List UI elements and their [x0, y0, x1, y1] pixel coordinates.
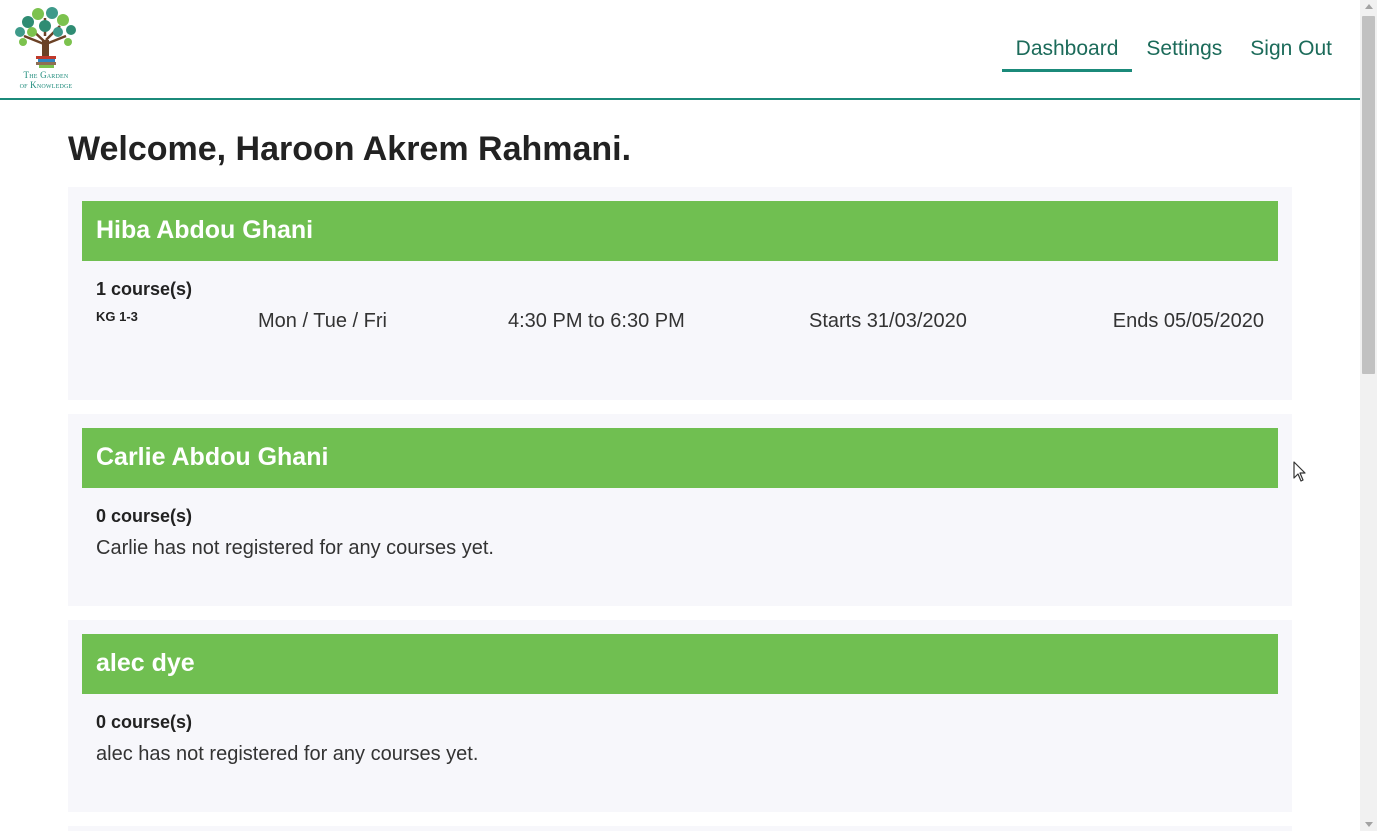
no-courses-message: alec has not registered for any courses …	[96, 743, 479, 765]
logo-text-line-1: The Garden	[23, 70, 69, 80]
site-logo[interactable]: The Garden of Knowledge	[8, 6, 84, 92]
student-card-header: Carlie Abdou Ghani	[82, 428, 1278, 488]
student-card: Hiba Abdou Ghani 1 course(s) KG 1-3 Mon …	[68, 187, 1292, 400]
student-card: Carlie Abdou Ghani 0 course(s) Carlie ha…	[68, 414, 1292, 606]
nav-dashboard[interactable]: Dashboard	[1001, 34, 1133, 72]
top-header: The Garden of Knowledge Dashboard Settin…	[0, 0, 1360, 100]
student-name: alec dye	[96, 649, 195, 677]
main-nav: Dashboard Settings Sign Out	[1001, 34, 1346, 72]
course-count: 1 course(s)	[96, 279, 193, 299]
scroll-up-arrow-icon[interactable]	[1365, 4, 1373, 9]
student-card	[68, 826, 1292, 831]
no-courses-message: Carlie has not registered for any course…	[96, 537, 494, 559]
vertical-scrollbar[interactable]	[1360, 0, 1377, 831]
tree-logo-icon	[15, 7, 76, 68]
scroll-down-arrow-icon[interactable]	[1365, 822, 1373, 827]
logo-text-line-2: of Knowledge	[19, 80, 73, 90]
student-name: Carlie Abdou Ghani	[96, 443, 329, 471]
welcome-heading: Welcome, Haroon Akrem Rahmani.	[68, 130, 632, 168]
student-card-header: alec dye	[82, 634, 1278, 694]
course-days: Mon / Tue / Fri	[258, 310, 387, 332]
student-card: alec dye 0 course(s) alec has not regist…	[68, 620, 1292, 812]
course-count: 0 course(s)	[96, 506, 193, 526]
course-code: KG 1-3	[96, 309, 138, 324]
course-start-date: Starts 31/03/2020	[809, 310, 967, 332]
nav-settings[interactable]: Settings	[1132, 34, 1236, 72]
scrollbar-thumb[interactable]	[1362, 16, 1375, 374]
page: The Garden of Knowledge Dashboard Settin…	[0, 0, 1360, 831]
course-count: 0 course(s)	[96, 712, 193, 732]
nav-sign-out[interactable]: Sign Out	[1236, 34, 1346, 72]
logo-text: The Garden of Knowledge	[8, 70, 84, 90]
mouse-pointer-icon	[1293, 461, 1306, 482]
course-time: 4:30 PM to 6:30 PM	[508, 310, 685, 332]
student-card-header: Hiba Abdou Ghani	[82, 201, 1278, 261]
student-name: Hiba Abdou Ghani	[96, 216, 314, 244]
course-end-date: Ends 05/05/2020	[1112, 310, 1264, 332]
